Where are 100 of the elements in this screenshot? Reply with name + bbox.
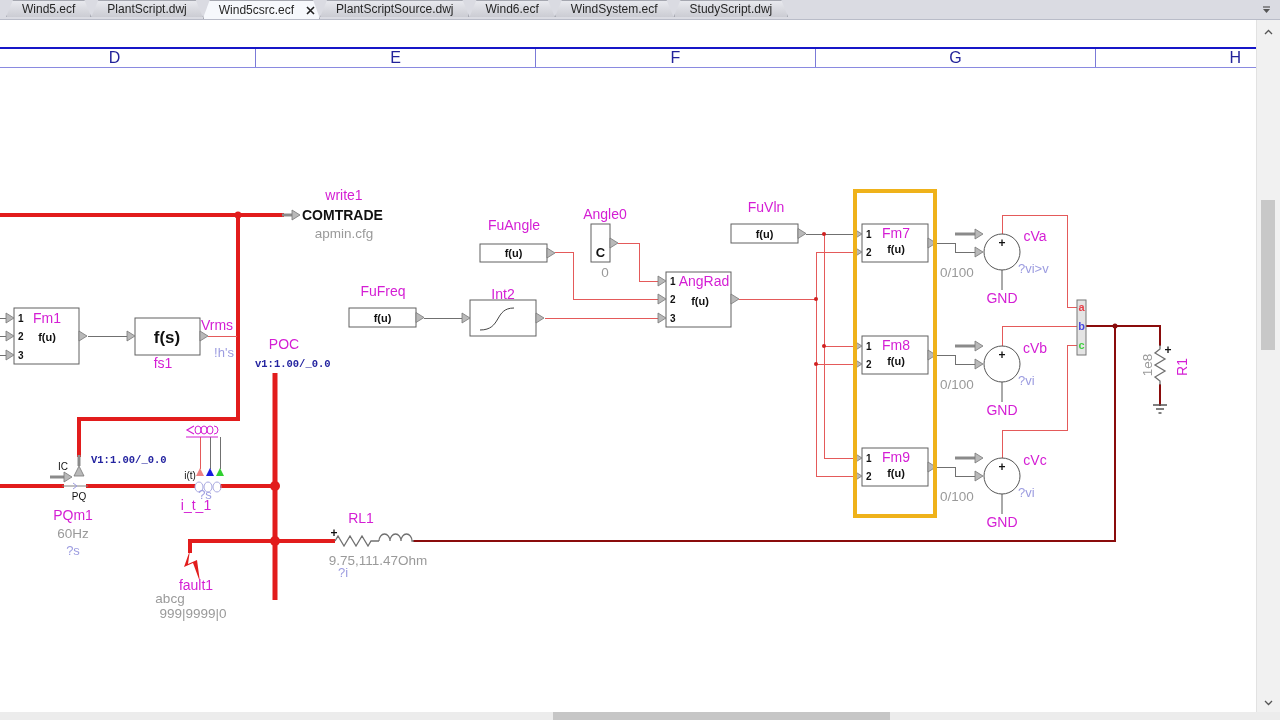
constant-symbol: C	[595, 245, 606, 260]
impedance-value: 9.75,111.47Ohm	[328, 553, 428, 568]
ground-label: GND	[986, 402, 1018, 418]
component-label: cVa	[1023, 228, 1047, 244]
component-label: Angle0	[583, 206, 627, 222]
power-line	[0, 484, 64, 488]
block-expression: f(s)	[153, 328, 181, 347]
junction-dot-icon	[270, 481, 280, 491]
component-label: cVb	[1022, 340, 1048, 356]
component-label: FuFreq	[360, 283, 406, 299]
bus-reading: v1:1.00/_0.0	[255, 358, 331, 370]
column-header: F	[536, 49, 816, 67]
component-label: fs1	[153, 355, 173, 371]
block-expression: f(u)	[887, 467, 905, 479]
component-label: Int2	[491, 286, 515, 302]
scale-value: 0/100	[940, 377, 974, 392]
phase-label: c	[1078, 339, 1085, 351]
power-line	[1159, 384, 1161, 406]
scrollbar-thumb[interactable]	[1261, 200, 1275, 350]
scroll-down-icon[interactable]	[1264, 700, 1273, 706]
block-expression: f(u)	[887, 243, 905, 255]
polarity-sign: +	[998, 348, 1006, 362]
ground-label: GND	[986, 290, 1018, 306]
port-number: 2	[866, 359, 872, 370]
component-label: FuVln	[747, 199, 785, 215]
ground-label: GND	[986, 514, 1018, 530]
signal-wire	[208, 336, 237, 337]
junction-dot-icon	[814, 362, 818, 366]
signal-tag-icon	[185, 425, 219, 438]
signal-wire	[0, 336, 7, 337]
signal-wire	[220, 437, 221, 469]
junction-dot-icon	[1112, 323, 1118, 329]
junction-dot-icon	[822, 344, 826, 348]
meter-reading: V1:1.00/_0.0	[91, 454, 167, 466]
polarity-sign: +	[1164, 343, 1172, 357]
status-text: ?i	[337, 565, 349, 580]
signal-wire	[936, 355, 976, 365]
file-tab[interactable]: WindSystem.ecf	[554, 0, 674, 17]
port-label: PQ	[71, 491, 87, 502]
vertical-scrollbar[interactable]	[1256, 20, 1280, 712]
scale-value: 0/100	[940, 489, 974, 504]
status-text: ?vi	[1018, 485, 1035, 500]
control-label: IC	[58, 461, 68, 472]
fault-timing: 999|9999|0	[159, 606, 227, 621]
file-tab[interactable]: Wind5.ecf	[6, 0, 92, 17]
port-number: 1	[670, 276, 676, 287]
component-label: R1	[1174, 358, 1190, 376]
port-number: 2	[18, 331, 24, 342]
block-expression: f(u)	[691, 295, 709, 307]
junction-dot-icon	[822, 232, 826, 236]
scroll-up-icon[interactable]	[1264, 28, 1273, 35]
column-header: E	[256, 49, 536, 67]
junction-dot-icon	[814, 297, 818, 301]
ground-icon	[1152, 404, 1168, 414]
horizontal-scrollbar[interactable]	[0, 712, 1280, 720]
signal-wire	[424, 318, 463, 319]
scrollbar-thumb[interactable]	[553, 712, 890, 720]
signal-label: Vrms	[200, 317, 234, 333]
resistance-value: 1e8	[1140, 353, 1155, 377]
close-icon[interactable]	[306, 5, 316, 15]
signal-wire	[936, 467, 976, 477]
block-expression: f(u)	[755, 227, 774, 240]
component-label: Fm9	[882, 449, 910, 465]
column-header: G	[816, 49, 1096, 67]
port-number: 3	[18, 350, 24, 361]
port-number: 2	[670, 294, 676, 305]
status-text: ?s	[66, 543, 80, 558]
file-tab[interactable]: Wind6.ecf	[469, 0, 555, 17]
status-text: ?vi>v	[1018, 261, 1049, 276]
scale-value: 0/100	[940, 265, 974, 280]
port-number: 1	[866, 341, 872, 352]
component-label: write1	[325, 187, 363, 203]
signal-wire	[200, 437, 201, 469]
component-label: Fm7	[882, 225, 910, 241]
column-header: H	[1228, 49, 1242, 67]
recorder-title: COMTRADE	[302, 207, 383, 223]
status-text: ?vi	[1018, 373, 1035, 388]
component-label: Fm8	[882, 337, 910, 353]
port-number: 1	[18, 313, 24, 324]
junction-dot-icon	[270, 536, 280, 546]
file-tab[interactable]: PlantScript.dwj	[91, 0, 203, 17]
file-tab[interactable]: PlantScriptSource.dwj	[320, 0, 470, 17]
column-header: D	[0, 49, 256, 67]
fault-type: abcg	[155, 591, 185, 606]
port-number: 1	[866, 229, 872, 240]
polarity-sign: +	[998, 236, 1006, 250]
file-tab[interactable]: StudyScript.dwj	[673, 0, 789, 17]
signal-wire	[88, 336, 128, 337]
block-expression: f(u)	[887, 355, 905, 367]
file-tab[interactable]: Wind5csrc.ecf	[202, 0, 321, 19]
component-label: PQm1	[53, 507, 93, 523]
port-number: 2	[866, 247, 872, 258]
constant-value: 0	[601, 265, 609, 280]
junction-dot-icon	[234, 211, 242, 219]
port-number: 2	[866, 471, 872, 482]
file-name: apmin.cfg	[314, 226, 374, 241]
signal-wire	[210, 437, 211, 469]
block-expression: f(u)	[373, 311, 392, 324]
signal-wire	[0, 318, 7, 319]
tab-list-icon[interactable]	[1262, 5, 1271, 14]
